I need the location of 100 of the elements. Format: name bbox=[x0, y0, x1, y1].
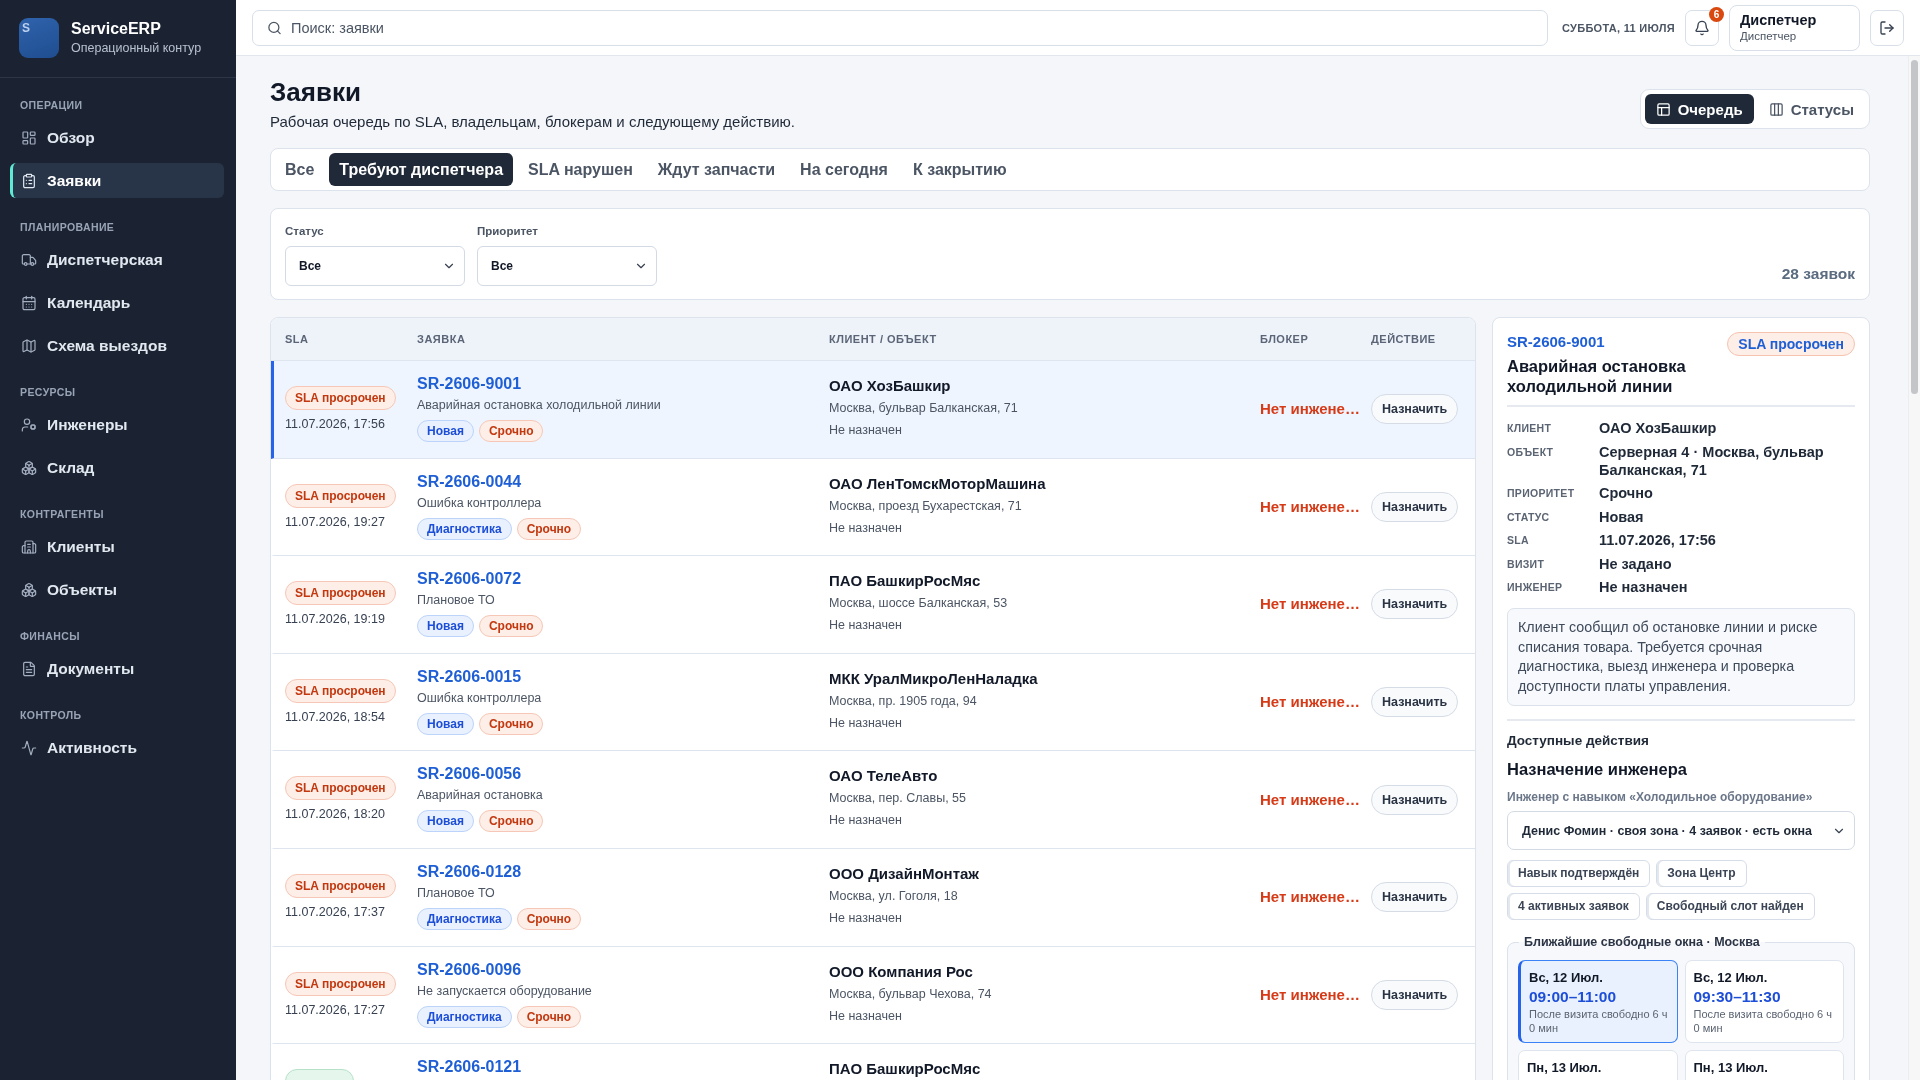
ticket-link[interactable]: SR-2606-0044 bbox=[417, 471, 522, 492]
nav-section-title: ОПЕРАЦИИ bbox=[19, 98, 84, 112]
field-label: ОБЪЕКТ bbox=[1507, 444, 1555, 460]
assign-button[interactable]: Назначить bbox=[1371, 687, 1459, 718]
sla-badge: SLA просрочен bbox=[285, 971, 396, 996]
client-name: ПАО БашкирРосМяс bbox=[829, 1059, 982, 1080]
slot-card[interactable]: Пн, 13 Июл. bbox=[1518, 1050, 1678, 1080]
slot-card[interactable]: Вс, 12 Июл. 09:00–11:00 После визита свободно 6 ч 0 мин bbox=[1518, 960, 1678, 1043]
sidebar-item[interactable]: Обзор bbox=[10, 120, 224, 155]
user-gear-icon bbox=[21, 416, 37, 433]
map-icon bbox=[21, 337, 37, 354]
view-tab[interactable]: Очередь bbox=[1644, 94, 1754, 124]
client-address: Москва, бульвар Балканская, 71 bbox=[829, 400, 1019, 417]
assign-button[interactable]: Назначить bbox=[1371, 882, 1459, 913]
filter-select[interactable]: Все bbox=[285, 246, 465, 286]
ticket-link[interactable]: SR-2606-0056 bbox=[417, 764, 522, 785]
client-name: ООО Компания Рос bbox=[829, 961, 974, 982]
sidebar-item[interactable]: Календарь bbox=[10, 285, 224, 320]
assign-button[interactable]: Назначить bbox=[1371, 589, 1459, 620]
sidebar-item[interactable]: Схема выездов bbox=[10, 328, 224, 363]
blocker-text: Нет инжене… bbox=[1260, 985, 1360, 1003]
client-address: Москва, пр. 1905 года, 94 bbox=[829, 692, 978, 710]
scrollbar-thumb[interactable] bbox=[1911, 60, 1918, 394]
engineer-status: Не назначен bbox=[829, 714, 903, 732]
status-tag: Новая bbox=[417, 810, 474, 833]
sidebar-item[interactable]: Документы bbox=[10, 651, 224, 686]
ticket-description: Плановое ТО bbox=[417, 884, 495, 902]
sidebar-item[interactable]: Заявки bbox=[10, 163, 224, 198]
truck-icon bbox=[21, 251, 37, 268]
sidebar-item[interactable]: Активность bbox=[10, 730, 224, 765]
ticket-link[interactable]: SR-2606-9001 bbox=[1507, 332, 1718, 352]
scrollbar[interactable] bbox=[1908, 56, 1920, 1080]
sla-deadline: 11.07.2026, 17:27 bbox=[285, 1001, 385, 1018]
engineer-status: Не назначен bbox=[829, 812, 903, 830]
engineer-select[interactable]: Денис Фомин · своя зона · 4 заявок · есть окна bbox=[1507, 811, 1855, 850]
assign-button[interactable]: Назначить bbox=[1371, 784, 1459, 815]
logo: S bbox=[19, 17, 59, 58]
page-title: Заявки bbox=[270, 77, 362, 107]
ticket-link[interactable]: SR-2606-0015 bbox=[417, 666, 522, 687]
logout-button[interactable] bbox=[1870, 9, 1904, 46]
sidebar-item[interactable]: Объекты bbox=[10, 572, 224, 607]
ticket-link[interactable]: SR-2606-0121 bbox=[417, 1057, 522, 1078]
slots-title: Ближайшие свободные окна · Москва bbox=[1523, 934, 1761, 950]
slot-card[interactable]: Вс, 12 Июл. 09:30–11:30 После визита свободно 6 ч 0 мин bbox=[1684, 960, 1844, 1043]
info-chip: Навык подтверждён bbox=[1507, 860, 1651, 887]
filter-tab[interactable]: Ждут запчасти bbox=[647, 153, 786, 186]
slot-card[interactable]: Пн, 13 Июл. bbox=[1684, 1050, 1844, 1080]
columns-icon bbox=[1768, 101, 1784, 117]
sidebar-item[interactable]: Клиенты bbox=[10, 529, 224, 564]
priority-tag: Срочно bbox=[478, 712, 544, 735]
ticket-description: Плановое ТО bbox=[417, 592, 495, 610]
priority-tag: Срочно bbox=[516, 517, 582, 540]
filter-select[interactable]: Все bbox=[477, 246, 657, 286]
filter-tab[interactable]: SLA нарушен bbox=[518, 153, 643, 186]
clipboard-icon bbox=[21, 172, 37, 189]
slot-day: Пн, 13 Июл. bbox=[1527, 1059, 1669, 1076]
engineer-status: Не назначен bbox=[829, 617, 903, 635]
client-address: Москва, пер. Славы, 55 bbox=[829, 790, 967, 808]
sla-badge: SLA просрочен bbox=[285, 483, 396, 508]
assign-button[interactable]: Назначить bbox=[1371, 491, 1459, 522]
field-value: Не задано bbox=[1599, 554, 1673, 573]
table-row[interactable]: SLA просрочен 11.07.2026, 17:56 SR-2606-9001 Аварийная остановка холодильной линии Новая Срочно ОАО ХозБашкир Москва, бульвар Балканская, 71 Не назначен Нет инжене… Назначить bbox=[271, 361, 1475, 459]
view-tab[interactable]: Статусы bbox=[1757, 94, 1865, 124]
sidebar-item[interactable]: Диспетчерская bbox=[10, 242, 224, 277]
field-label: КЛИЕНТ bbox=[1507, 421, 1553, 436]
section-title: Доступные действия bbox=[1507, 732, 1650, 750]
client-name: ПАО БашкирРосМяс bbox=[829, 571, 982, 592]
field-value: Срочно bbox=[1599, 484, 1654, 502]
blocker-text: Нет инжене… bbox=[1260, 595, 1360, 613]
calendar-icon bbox=[21, 294, 37, 311]
engineer-status: Не назначен bbox=[829, 422, 903, 439]
info-chip: 4 активных заявок bbox=[1507, 893, 1640, 920]
nav-section-title: КОНТРАГЕНТЫ bbox=[19, 507, 105, 521]
assign-button[interactable]: Назначить bbox=[1371, 394, 1459, 425]
filter-tab[interactable]: К закрытию bbox=[902, 153, 1017, 186]
filter-tab[interactable]: Все bbox=[275, 153, 325, 186]
assign-button[interactable]: Назначить bbox=[1371, 979, 1459, 1010]
page-subtitle: Рабочая очередь по SLA, владельцам, блокерам и следующему действию. bbox=[270, 112, 795, 132]
filter-tab[interactable]: Требуют диспетчера bbox=[329, 153, 514, 186]
ticket-link[interactable]: SR-2606-0072 bbox=[417, 569, 522, 590]
sidebar-item[interactable]: Инженеры bbox=[10, 407, 224, 442]
filter-tab[interactable]: На сегодня bbox=[790, 153, 898, 186]
ticket-link[interactable]: SR-2606-9001 bbox=[417, 374, 522, 394]
column-header: БЛОКЕР bbox=[1260, 333, 1310, 345]
ticket-link[interactable]: SR-2606-0096 bbox=[417, 959, 522, 980]
search-field[interactable]: Поиск: заявки bbox=[252, 9, 1548, 46]
boxes-icon bbox=[21, 459, 37, 476]
user-menu[interactable]: Диспетчер Диспетчер bbox=[1729, 4, 1860, 51]
ticket-link[interactable]: SR-2606-0128 bbox=[417, 861, 522, 882]
engineer-status: Не назначен bbox=[829, 909, 903, 927]
status-tag: Новая bbox=[417, 615, 474, 638]
sidebar-item[interactable]: Склад bbox=[10, 450, 224, 485]
filter-label: Приоритет bbox=[477, 224, 539, 238]
slot-day: Вс, 12 Июл. bbox=[1693, 969, 1835, 986]
status-tag: Диагностика bbox=[417, 1005, 512, 1028]
status-tag: Диагностика bbox=[417, 517, 512, 540]
blocker-text: Нет инжене… bbox=[1260, 790, 1360, 808]
column-header: ЗАЯВКА bbox=[417, 333, 467, 345]
field-label: SLA bbox=[1507, 533, 1530, 548]
slot-time: 09:30–11:30 bbox=[1693, 987, 1782, 1007]
